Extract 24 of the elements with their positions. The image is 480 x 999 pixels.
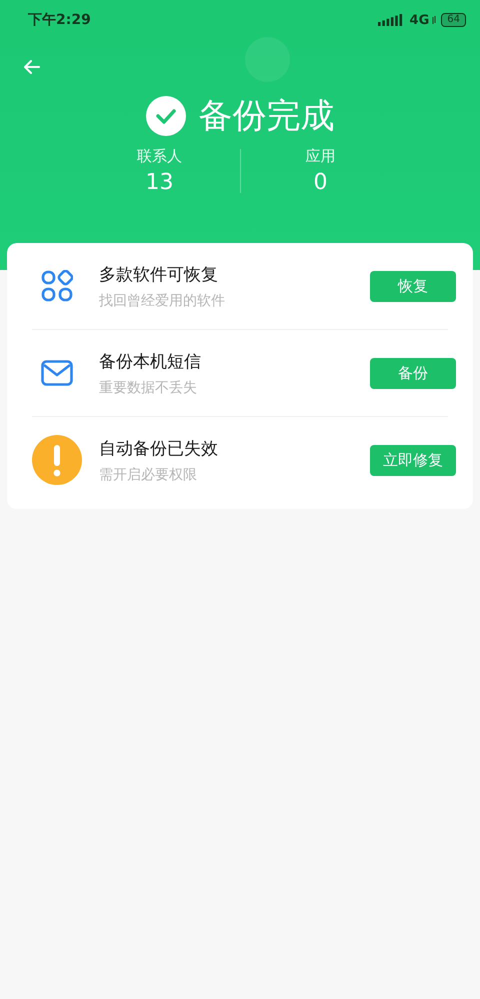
envelope-icon (41, 360, 73, 386)
status-time: 下午2:29 (28, 11, 91, 29)
network-label: 4G (410, 12, 430, 28)
back-arrow-icon[interactable] (23, 59, 41, 75)
stat-value: 0 (314, 170, 328, 195)
data-arrows-icon (432, 16, 436, 24)
check-circle-icon (146, 96, 186, 136)
item-subtitle: 找回曾经爱用的软件 (99, 292, 226, 310)
warning-icon (32, 435, 82, 485)
action-button[interactable]: 立即修复 (370, 444, 456, 476)
action-button[interactable]: 备份 (370, 358, 456, 388)
stat-label: 联系人 (137, 147, 182, 166)
battery-icon: 64 (441, 13, 466, 27)
action-button[interactable]: 恢复 (370, 270, 456, 302)
item-title: 备份本机短信 (99, 350, 202, 372)
item-subtitle: 重要数据不丢失 (99, 378, 198, 396)
page-title: 备份完成 (198, 95, 334, 138)
apps-icon (41, 270, 73, 302)
stat-value: 13 (146, 170, 174, 195)
signal-icon (378, 14, 404, 26)
stat-label: 应用 (306, 147, 336, 166)
item-subtitle: 需开启必要权限 (99, 466, 198, 484)
item-title: 自动备份已失效 (99, 438, 219, 460)
item-title: 多款软件可恢复 (99, 264, 219, 286)
